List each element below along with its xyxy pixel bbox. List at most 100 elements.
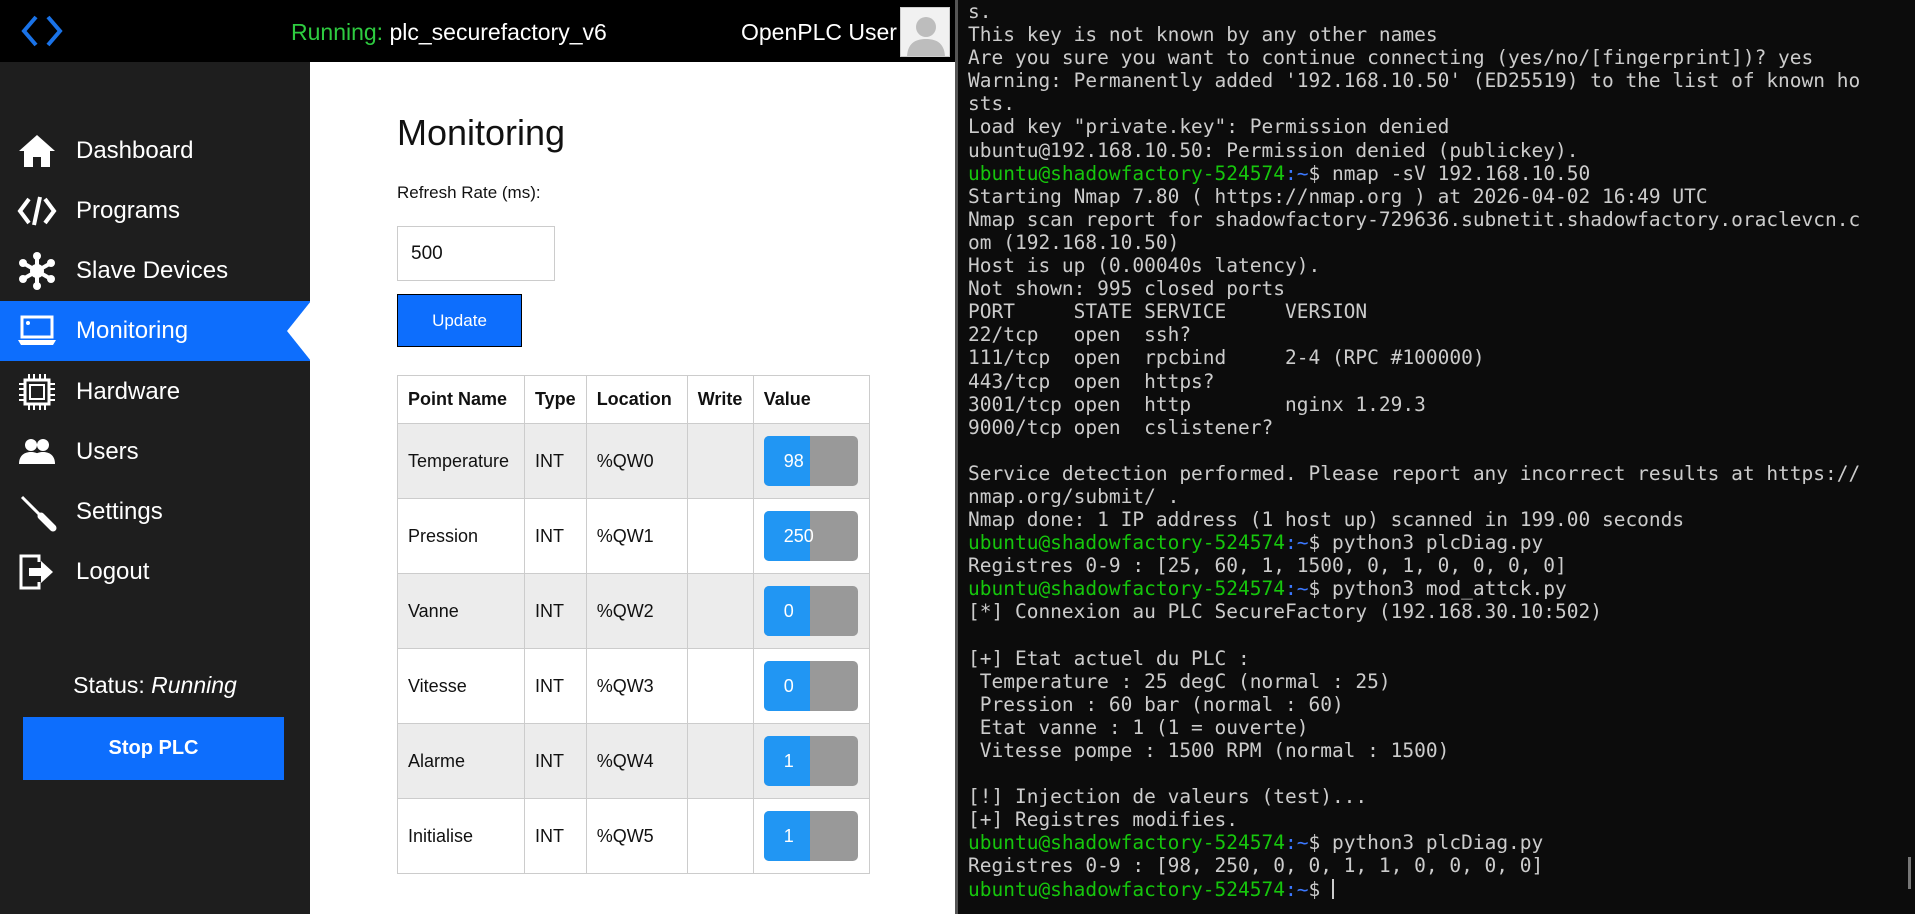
terminal-line: ubuntu@192.168.10.50: Permission denied … [968, 139, 1860, 162]
prompt-path: :~ [1284, 161, 1309, 185]
output-text: 3001/tcp open http nginx 1.29.3 [968, 392, 1426, 416]
point-type: INT [524, 498, 587, 574]
scrollbar-thumb[interactable] [1908, 857, 1911, 889]
point-type: INT [524, 798, 587, 874]
stop-plc-button[interactable]: Stop PLC [23, 717, 284, 780]
value-bar: 1 [763, 811, 858, 861]
sidebar-item-users[interactable]: Users [0, 422, 310, 482]
sidebar-item-label: Settings [76, 498, 163, 525]
point-write [686, 723, 754, 799]
output-text: 111/tcp open rpcbind 2-4 (RPC #100000) [968, 346, 1485, 370]
terminal-line: Are you sure you want to continue connec… [968, 46, 1860, 69]
sidebar-item-dashboard[interactable]: Dashboard [0, 121, 310, 181]
terminal-line: Service detection performed. Please repo… [968, 462, 1860, 485]
output-text: Are you sure you want to continue connec… [968, 46, 1814, 70]
point-name: Alarme [397, 723, 525, 799]
terminal-line: s. [968, 0, 1860, 23]
table-header-row: Point Name Type Location Write Value [397, 375, 870, 424]
table-row[interactable]: Alarme INT %QW4 1 [397, 723, 870, 799]
terminal-line: [!] Injection de valeurs (test)... [968, 785, 1860, 808]
prompt-user: ubuntu@shadowfactory-524574 [968, 531, 1285, 555]
point-value: 1 [783, 826, 794, 846]
openplc-logo-icon[interactable] [20, 14, 64, 48]
sidebar-item-programs[interactable]: Programs [0, 181, 310, 241]
point-name: Initialise [397, 798, 525, 874]
refresh-rate-input[interactable] [397, 226, 555, 281]
output-text: Pression : 60 bar (normal : 60) [968, 692, 1344, 716]
table-row[interactable]: Vanne INT %QW2 0 [397, 573, 870, 649]
terminal-prompt-line: ubuntu@shadowfactory-524574:~$ python3 p… [968, 831, 1860, 854]
sidebar-item-label: Hardware [76, 378, 181, 405]
value-bar: 98 [763, 436, 858, 486]
openplc-window: Running: plc_securefactory_v6 OpenPLC Us… [0, 0, 955, 914]
update-button[interactable]: Update [397, 294, 522, 347]
output-text: Warning: Permanently added '192.168.10.5… [968, 69, 1861, 93]
table-row[interactable]: Temperature INT %QW0 98 [397, 423, 870, 499]
point-name: Pression [397, 498, 525, 574]
table-row[interactable]: Initialise INT %QW5 1 [397, 798, 870, 874]
command-text: python3 mod_attck.py [1331, 577, 1567, 601]
sidebar-item-logout[interactable]: Logout [0, 542, 310, 602]
value-bar: 1 [763, 736, 858, 786]
point-type: INT [524, 648, 587, 724]
sidebar-item-settings[interactable]: Settings [0, 482, 310, 542]
prompt-user: ubuntu@shadowfactory-524574 [968, 877, 1285, 901]
point-value: 98 [783, 451, 804, 471]
point-name: Vanne [397, 573, 525, 649]
terminal-line: Not shown: 995 closed ports [968, 277, 1860, 300]
sidebar-item-hardware[interactable]: Hardware [0, 362, 310, 422]
terminal-line: om (192.168.10.50) [968, 231, 1860, 254]
sidebar-item-slave-devices[interactable]: Slave Devices [0, 241, 310, 301]
value-bar: 0 [763, 586, 858, 636]
command-text: python3 plcDiag.py [1331, 831, 1544, 855]
point-name: Vitesse [397, 648, 525, 724]
output-text: Registres 0-9 : [25, 60, 1, 1500, 0, 1, … [968, 554, 1567, 578]
terminal-line: nmap.org/submit/ . [968, 485, 1860, 508]
sidebar-item-label: Programs [76, 197, 181, 224]
sidebar-item-label: Logout [76, 558, 150, 585]
table-row[interactable]: Pression INT %QW1 250 [397, 498, 870, 574]
output-text: Temperature : 25 degC (normal : 25) [968, 669, 1391, 693]
output-text: Starting Nmap 7.80 ( https://nmap.org ) … [968, 184, 1708, 208]
output-text: Not shown: 995 closed ports [968, 277, 1285, 301]
output-text: Load key "private.key": Permission denie… [968, 115, 1450, 139]
user-name[interactable]: OpenPLC User [741, 19, 897, 46]
terminal-line: Registres 0-9 : [25, 60, 1, 1500, 0, 1, … [968, 554, 1860, 577]
users-icon [16, 431, 58, 473]
point-location: %QW2 [585, 573, 688, 649]
page-title: Monitoring [397, 112, 566, 153]
output-text: Vitesse pompe : 1500 RPM (normal : 1500) [968, 739, 1450, 762]
text-cursor [1331, 878, 1334, 899]
sidebar-item-monitoring[interactable]: Monitoring [0, 301, 310, 361]
main-content: Monitoring Refresh Rate (ms): Update Poi… [287, 62, 955, 914]
output-text: Registres 0-9 : [98, 250, 0, 0, 1, 1, 0,… [968, 854, 1544, 878]
terminal-line: [+] Registres modifies. [968, 808, 1860, 831]
point-write [686, 648, 754, 724]
prompt-symbol: $ [1308, 877, 1332, 901]
point-value: 0 [783, 601, 794, 621]
user-silhouette-icon [907, 17, 945, 56]
point-value-cell: 0 [752, 573, 870, 649]
point-write [686, 423, 754, 499]
code-icon [16, 190, 58, 232]
terminal-line: Pression : 60 bar (normal : 60) [968, 693, 1860, 716]
terminal-line: Host is up (0.00040s latency). [968, 254, 1860, 277]
point-value: 250 [783, 526, 814, 546]
terminal-output: s. This key is not known by any other nam… [968, 0, 1860, 901]
point-value-cell: 1 [752, 798, 870, 874]
prompt-user: ubuntu@shadowfactory-524574 [968, 577, 1285, 601]
sidebar: Dashboard Programs Slave Devices Monitor… [0, 62, 310, 914]
point-write [686, 498, 754, 574]
point-value: 1 [783, 751, 794, 771]
terminal-window[interactable]: s. This key is not known by any other nam… [955, 0, 1915, 914]
monitor-icon [16, 310, 58, 352]
command-text: nmap -sV 192.168.10.50 [1331, 161, 1591, 185]
output-text: This key is not known by any other names [968, 23, 1438, 47]
table-row[interactable]: Vitesse INT %QW3 0 [397, 648, 870, 724]
terminal-line: 443/tcp open https? [968, 370, 1860, 393]
output-text: [+] Registres modifies. [968, 808, 1239, 832]
avatar[interactable] [900, 7, 950, 57]
column-header: Value [752, 375, 870, 424]
